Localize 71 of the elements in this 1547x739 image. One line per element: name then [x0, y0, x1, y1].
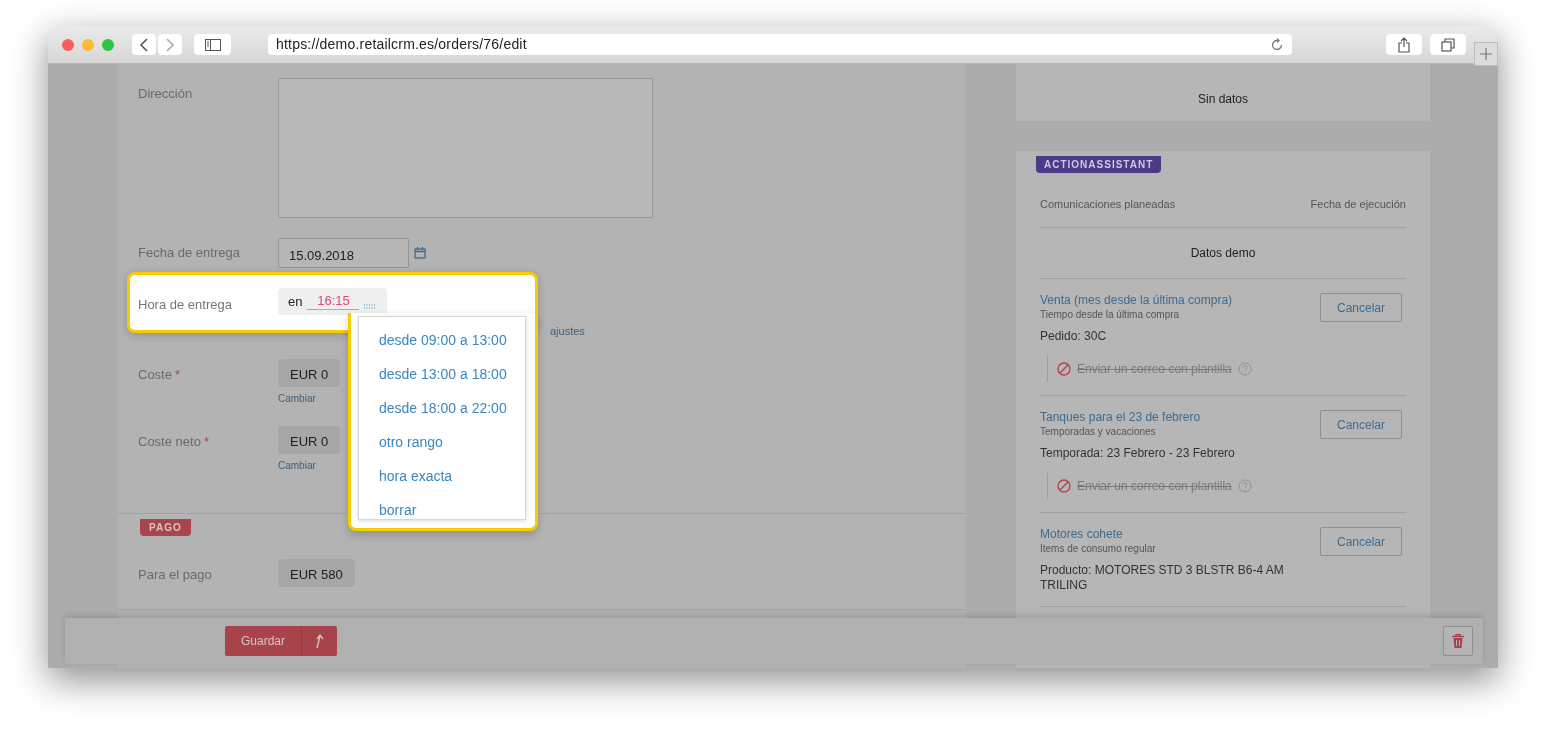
delete-button[interactable]: [1443, 626, 1473, 656]
date-field[interactable]: 15.09.2018: [278, 238, 409, 268]
settings-link[interactable]: ajustes: [550, 325, 585, 337]
trash-icon: [1452, 634, 1464, 648]
campaign-type: Items de consumo regular: [1040, 542, 1157, 555]
required-mark: *: [174, 367, 181, 382]
field-label: Coste: [138, 367, 172, 382]
maximize-icon[interactable]: [102, 38, 114, 51]
close-icon[interactable]: [62, 38, 74, 51]
calendar-icon[interactable]: [414, 247, 426, 259]
tabs-button[interactable]: [1430, 34, 1466, 55]
sidebar-icon: [204, 38, 221, 51]
address-field[interactable]: [278, 78, 653, 218]
amount-field: EUR 580: [278, 559, 355, 587]
share-icon: [1398, 36, 1410, 53]
save-exit-button[interactable]: [301, 626, 337, 656]
menu-item[interactable]: desde 18:00 a 22:00: [359, 391, 525, 425]
change-link[interactable]: Cambiar: [278, 460, 341, 472]
menu-item[interactable]: hora exacta: [359, 459, 525, 493]
amount-field: EUR 0: [278, 359, 341, 387]
field-label: Dirección: [138, 85, 194, 103]
column-header: Comunicaciones planeadas: [1040, 197, 1176, 211]
required-mark: *: [203, 434, 209, 449]
cancel-button[interactable]: Cancelar: [1320, 527, 1402, 556]
menu-item[interactable]: otro rango: [359, 425, 525, 459]
sidebar-button[interactable]: [194, 34, 231, 55]
change-link[interactable]: Cambiar: [278, 393, 341, 405]
campaign-detail: Pedido: 30C: [1040, 329, 1108, 344]
campaign-type: Temporadas y vacaciones: [1040, 425, 1157, 438]
demo-text: Datos demo: [1190, 246, 1256, 260]
help-icon[interactable]: [1237, 362, 1252, 376]
action-text: Enviar un correo con plantilla: [1077, 361, 1232, 378]
column-header: Fecha de ejecución: [1310, 197, 1406, 211]
section-tag: ACTIONASSISTANT: [1036, 156, 1162, 173]
save-button[interactable]: Guardar: [225, 626, 301, 656]
arrow-up-icon: [314, 633, 325, 649]
cancel-button[interactable]: Cancelar: [1320, 410, 1402, 439]
time-field[interactable]: en 16:15: [278, 288, 387, 315]
menu-item[interactable]: borrar: [359, 493, 525, 527]
menu-item[interactable]: desde 13:00 a 18:00: [359, 357, 525, 391]
field-label: Hora de entrega: [138, 296, 233, 314]
url-text: https://demo.retailcrm.es/orders/76/edit: [276, 35, 527, 54]
campaign-link[interactable]: Motores cohete: [1040, 527, 1320, 542]
campaign-link[interactable]: Tanques para el 23 de febrero: [1040, 410, 1320, 425]
field-label: Coste neto: [138, 434, 201, 449]
back-button[interactable]: [132, 34, 156, 55]
campaign-type: Tiempo desde la última compra: [1040, 308, 1181, 321]
time-prefix: en: [288, 292, 303, 311]
cancel-button[interactable]: Cancelar: [1320, 293, 1402, 322]
amount-field: EUR 0: [278, 426, 341, 454]
campaign-detail: Temporada: 23 Febrero - 23 Febrero: [1040, 446, 1236, 461]
more-icon[interactable]: [364, 303, 376, 309]
section-tag: PAGO: [140, 519, 191, 536]
share-button[interactable]: [1386, 34, 1422, 55]
address-bar[interactable]: https://demo.retailcrm.es/orders/76/edit: [268, 34, 1292, 55]
tabs-icon: [1441, 37, 1455, 52]
campaign-detail: Producto: MOTORES STD 3 BLSTR B6-4 AM TRILING: [1040, 563, 1285, 593]
campaign-link[interactable]: Venta (mes desde la última compra): [1040, 293, 1320, 308]
help-icon[interactable]: [1237, 479, 1252, 493]
empty-text: Sin datos: [1197, 92, 1248, 106]
time-input[interactable]: 16:15: [307, 293, 360, 310]
menu-item[interactable]: desde 09:00 a 13:00: [359, 323, 525, 357]
new-tab-button[interactable]: [1474, 42, 1498, 66]
chevron-left-icon: [139, 37, 149, 52]
plus-icon: [1479, 47, 1493, 61]
reload-icon[interactable]: [1270, 37, 1284, 52]
action-text: Enviar un correo con plantilla: [1077, 478, 1232, 495]
field-label: Para el pago: [138, 566, 213, 584]
field-label: Fecha de entrega: [138, 244, 241, 263]
minimize-icon[interactable]: [82, 38, 94, 51]
chevron-right-icon: [165, 37, 175, 52]
